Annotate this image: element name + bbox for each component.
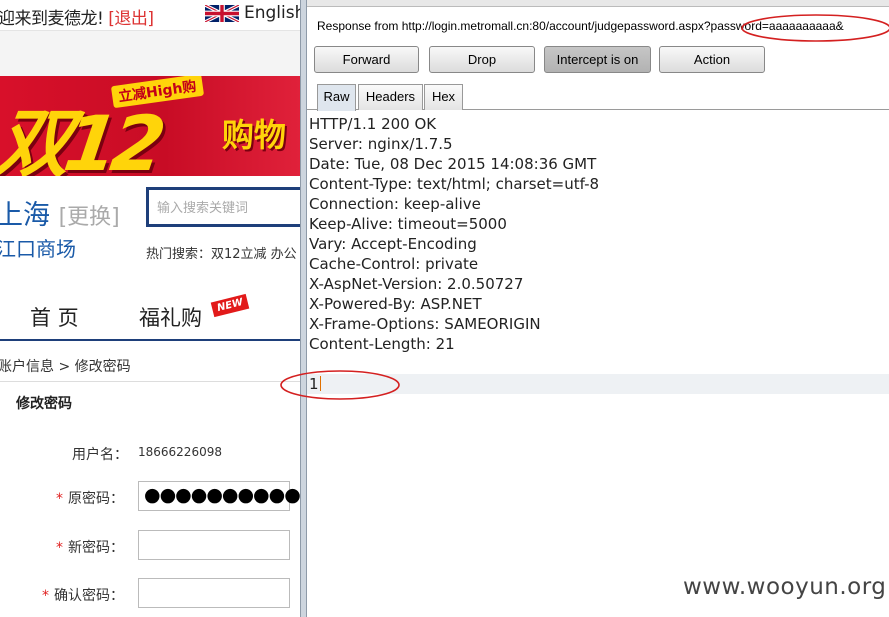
header-line: X-Powered-By: ASP.NET <box>309 295 482 313</box>
welcome-message: 迎来到麦德龙! [退出] <box>0 4 154 29</box>
header-line: Vary: Accept-Encoding <box>309 235 477 253</box>
header-band <box>0 31 300 76</box>
tab-raw[interactable]: Raw <box>317 84 356 111</box>
old-password-field[interactable]: ●●●●●●●●●●● <box>138 481 300 511</box>
top-tab-strip <box>307 0 889 7</box>
username-value: 18666226098 <box>138 445 222 459</box>
window-divider[interactable] <box>300 0 307 617</box>
form-title: 修改密码 <box>16 396 72 412</box>
promo-banner[interactable]: 双12 立减High购 购物 <box>0 76 300 176</box>
hot-search[interactable]: 热门搜索：双12立减 办公 <box>146 243 297 262</box>
top-bar: 迎来到麦德龙! [退出] English <box>0 0 300 31</box>
mall-name: 江口商场 <box>0 237 76 261</box>
welcome-text: 迎来到麦德龙! <box>0 9 104 29</box>
language-link[interactable]: English <box>244 3 300 23</box>
new-badge: NEW <box>210 293 250 318</box>
burp-proxy-panel: Response from http://login.metromall.cn:… <box>307 0 889 617</box>
header-line: HTTP/1.1 200 OK <box>309 115 437 133</box>
old-password-label: * 原密码： <box>56 491 124 507</box>
drop-button[interactable]: Drop <box>429 46 535 73</box>
required-mark: * <box>42 588 49 604</box>
nav-underline <box>0 339 300 341</box>
header-line: Date: Tue, 08 Dec 2015 14:08:36 GMT <box>309 155 597 173</box>
header-line: Server: nginx/1.7.5 <box>309 135 453 153</box>
header-line: Content-Length: 21 <box>309 335 455 353</box>
response-body[interactable]: 1 <box>309 374 321 394</box>
banner-suffix: 购物 <box>222 116 287 154</box>
search-input[interactable] <box>155 191 300 225</box>
new-password-field[interactable] <box>138 530 290 560</box>
city-selector: 上海 [更换] <box>0 193 120 232</box>
intercept-toggle-button[interactable]: Intercept is on <box>544 46 651 73</box>
city-name: 上海 <box>0 200 50 231</box>
new-password-label: * 新密码： <box>56 540 124 556</box>
forward-button[interactable]: Forward <box>314 46 419 73</box>
action-button[interactable]: Action <box>659 46 765 73</box>
header-line: Keep-Alive: timeout=5000 <box>309 215 507 233</box>
watermark: www.wooyun.org <box>683 574 887 600</box>
nav-gift[interactable]: 福礼购 <box>139 302 202 332</box>
uk-flag-icon[interactable] <box>205 5 239 22</box>
search-box <box>146 187 300 227</box>
breadcrumb: 账户信息 > 修改密码 <box>0 359 131 375</box>
required-mark: * <box>56 540 63 556</box>
logout-link[interactable]: [退出] <box>108 9 154 29</box>
header-line: X-Frame-Options: SAMEORIGIN <box>309 315 541 333</box>
tab-headers[interactable]: Headers <box>358 84 423 110</box>
tab-hex[interactable]: Hex <box>424 84 463 110</box>
header-line: Content-Type: text/html; charset=utf-8 <box>309 175 600 193</box>
username-label: 用户名： <box>72 447 128 463</box>
confirm-password-field[interactable] <box>138 578 290 608</box>
city-switch-link[interactable]: [更换] <box>59 205 120 230</box>
response-editor[interactable]: HTTP/1.1 200 OK Server: nginx/1.7.5 Date… <box>309 114 889 354</box>
old-password-dots: ●●●●●●●●●●● <box>144 484 300 506</box>
header-line: X-AspNet-Version: 2.0.50727 <box>309 275 524 293</box>
text-cursor <box>319 376 321 391</box>
website-panel: 迎来到麦德龙! [退出] English 双12 立减High购 购物 上海 [… <box>0 0 300 617</box>
nav-home[interactable]: 首 页 <box>30 302 79 332</box>
body-line-highlight <box>307 374 889 394</box>
required-mark: * <box>56 491 63 507</box>
header-line: Connection: keep-alive <box>309 195 481 213</box>
confirm-password-label: * 确认密码： <box>42 588 124 604</box>
header-line: Cache-Control: private <box>309 255 479 273</box>
response-from: Response from http://login.metromall.cn:… <box>317 19 844 33</box>
